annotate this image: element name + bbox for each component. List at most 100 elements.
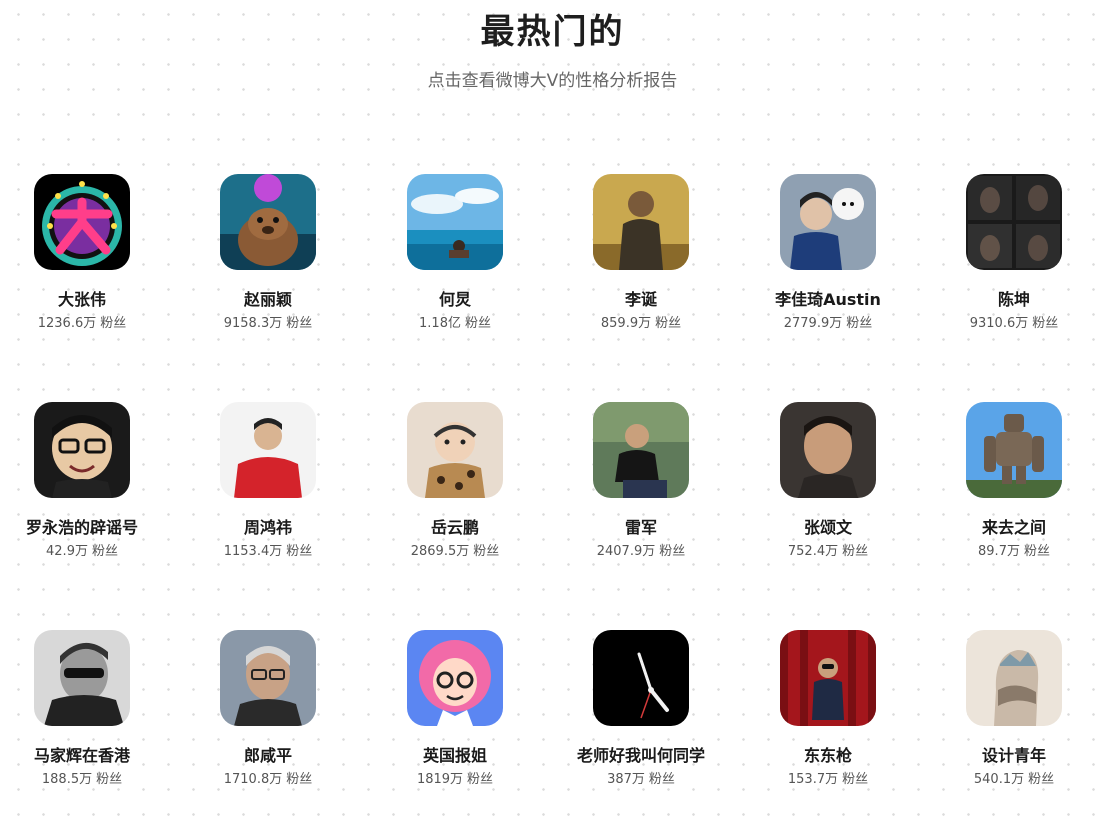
follower-count: 9310.6万 粉丝 [924,315,1104,333]
user-card[interactable]: 雷军 2407.9万 粉丝 [551,402,731,561]
user-name[interactable]: 英国报姐 [365,746,545,766]
user-card[interactable]: 张颂文 752.4万 粉丝 [738,402,918,561]
user-name[interactable]: 郎咸平 [178,746,358,766]
follower-number: 540.1万 [973,772,1025,787]
follower-number: 188.5万 [41,772,93,787]
follower-number: 387万 [607,772,645,787]
avatar-man-closeup-portrait[interactable] [780,402,876,498]
avatar-beaver-with-balloon[interactable] [220,174,316,270]
user-name[interactable]: 大张伟 [0,290,172,310]
avatar-man-gray-hair-glasses[interactable] [220,630,316,726]
avatar-cartoon-girl-glasses[interactable] [407,630,503,726]
follower-count: 859.9万 粉丝 [551,315,731,333]
follower-count: 387万 粉丝 [551,771,731,789]
follower-suffix: 粉丝 [1032,316,1059,331]
user-name[interactable]: 岳云鹏 [365,518,545,538]
follower-count: 1710.8万 粉丝 [178,771,358,789]
follower-number: 2779.9万 [783,316,843,331]
user-card[interactable]: 马家辉在香港 188.5万 粉丝 [0,630,172,789]
user-name[interactable]: 老师好我叫何同学 [551,746,731,766]
follower-suffix: 粉丝 [286,772,313,787]
user-name[interactable]: 罗永浩的辟谣号 [0,518,172,538]
avatar-man-painting-portrait[interactable] [593,174,689,270]
follower-number: 752.4万 [787,544,839,559]
user-card[interactable]: 李诞 859.9万 粉丝 [551,174,731,333]
user-card[interactable]: 老师好我叫何同学 387万 粉丝 [551,630,731,789]
follower-number: 2869.5万 [410,544,470,559]
user-name[interactable]: 马家辉在香港 [0,746,172,766]
follower-suffix: 粉丝 [91,544,118,559]
user-card[interactable]: 大张伟 1236.6万 粉丝 [0,174,172,333]
user-card[interactable]: 罗永浩的辟谣号 42.9万 粉丝 [0,402,172,561]
avatar-man-with-white-poodle[interactable] [780,174,876,270]
avatar-bw-man-sunglasses[interactable] [34,630,130,726]
avatar-double-exposure-head[interactable] [966,630,1062,726]
follower-number: 42.9万 [46,544,88,559]
user-card[interactable]: 来去之间 89.7万 粉丝 [924,402,1104,561]
user-card[interactable]: 赵丽颖 9158.3万 粉丝 [178,174,358,333]
avatar-man-red-sweater[interactable] [220,402,316,498]
avatar-baby-leopard-print[interactable] [407,402,503,498]
follower-suffix: 粉丝 [659,544,686,559]
follower-number: 1153.4万 [223,544,283,559]
user-card[interactable]: 周鸿祎 1153.4万 粉丝 [178,402,358,561]
user-grid: 大张伟 1236.6万 粉丝 赵丽颖 9158.3万 粉丝 何炅 1.18亿 粉丝 李诞 85… [0,0,1105,836]
follower-number: 859.9万 [600,316,652,331]
avatar-robot-statue-sky[interactable] [966,402,1062,498]
follower-number: 153.7万 [787,772,839,787]
avatar-man-seated-tshirt[interactable] [593,402,689,498]
avatar-dark-grid-portraits[interactable] [966,174,1062,270]
user-name[interactable]: 周鸿祎 [178,518,358,538]
avatar-clock-hands-black[interactable] [593,630,689,726]
follower-suffix: 粉丝 [100,316,127,331]
follower-count: 89.7万 粉丝 [924,543,1104,561]
user-name[interactable]: 赵丽颖 [178,290,358,310]
user-name[interactable]: 何炅 [365,290,545,310]
follower-number: 1236.6万 [37,316,97,331]
user-name[interactable]: 来去之间 [924,518,1104,538]
user-card[interactable]: 岳云鹏 2869.5万 粉丝 [365,402,545,561]
follower-suffix: 粉丝 [467,772,494,787]
follower-count: 2779.9万 粉丝 [738,315,918,333]
avatar-man-red-curtain[interactable] [780,630,876,726]
follower-count: 2407.9万 粉丝 [551,543,731,561]
follower-suffix: 粉丝 [842,772,869,787]
user-card[interactable]: 郎咸平 1710.8万 粉丝 [178,630,358,789]
user-name[interactable]: 张颂文 [738,518,918,538]
follower-number: 1710.8万 [223,772,283,787]
user-name[interactable]: 李佳琦Austin [738,290,918,310]
follower-number: 9158.3万 [223,316,283,331]
user-name[interactable]: 陈坤 [924,290,1104,310]
user-card[interactable]: 英国报姐 1819万 粉丝 [365,630,545,789]
avatar-cartoon-man-glasses[interactable] [34,402,130,498]
follower-suffix: 粉丝 [648,772,675,787]
follower-count: 9158.3万 粉丝 [178,315,358,333]
follower-count: 540.1万 粉丝 [924,771,1104,789]
follower-count: 1.18亿 粉丝 [365,315,545,333]
user-name[interactable]: 东东枪 [738,746,918,766]
follower-suffix: 粉丝 [464,316,491,331]
follower-suffix: 粉丝 [1023,544,1050,559]
user-card[interactable]: 李佳琦Austin 2779.9万 粉丝 [738,174,918,333]
follower-suffix: 粉丝 [286,544,313,559]
avatar-big-character-logo[interactable] [34,174,130,270]
follower-count: 2869.5万 粉丝 [365,543,545,561]
user-name[interactable]: 设计青年 [924,746,1104,766]
user-name[interactable]: 李诞 [551,290,731,310]
follower-suffix: 粉丝 [846,316,873,331]
user-card[interactable]: 何炅 1.18亿 粉丝 [365,174,545,333]
avatar-person-in-ocean-pool[interactable] [407,174,503,270]
page: 最热门的 点击查看微博大V的性格分析报告 大张伟 1236.6万 粉丝 赵丽颖 915… [0,0,1105,836]
follower-number: 1.18亿 [419,316,461,331]
user-name[interactable]: 雷军 [551,518,731,538]
user-card[interactable]: 东东枪 153.7万 粉丝 [738,630,918,789]
follower-number: 1819万 [416,772,464,787]
follower-count: 42.9万 粉丝 [0,543,172,561]
user-card[interactable]: 陈坤 9310.6万 粉丝 [924,174,1104,333]
follower-suffix: 粉丝 [473,544,500,559]
follower-suffix: 粉丝 [1028,772,1055,787]
follower-count: 153.7万 粉丝 [738,771,918,789]
follower-count: 188.5万 粉丝 [0,771,172,789]
follower-suffix: 粉丝 [96,772,123,787]
user-card[interactable]: 设计青年 540.1万 粉丝 [924,630,1104,789]
